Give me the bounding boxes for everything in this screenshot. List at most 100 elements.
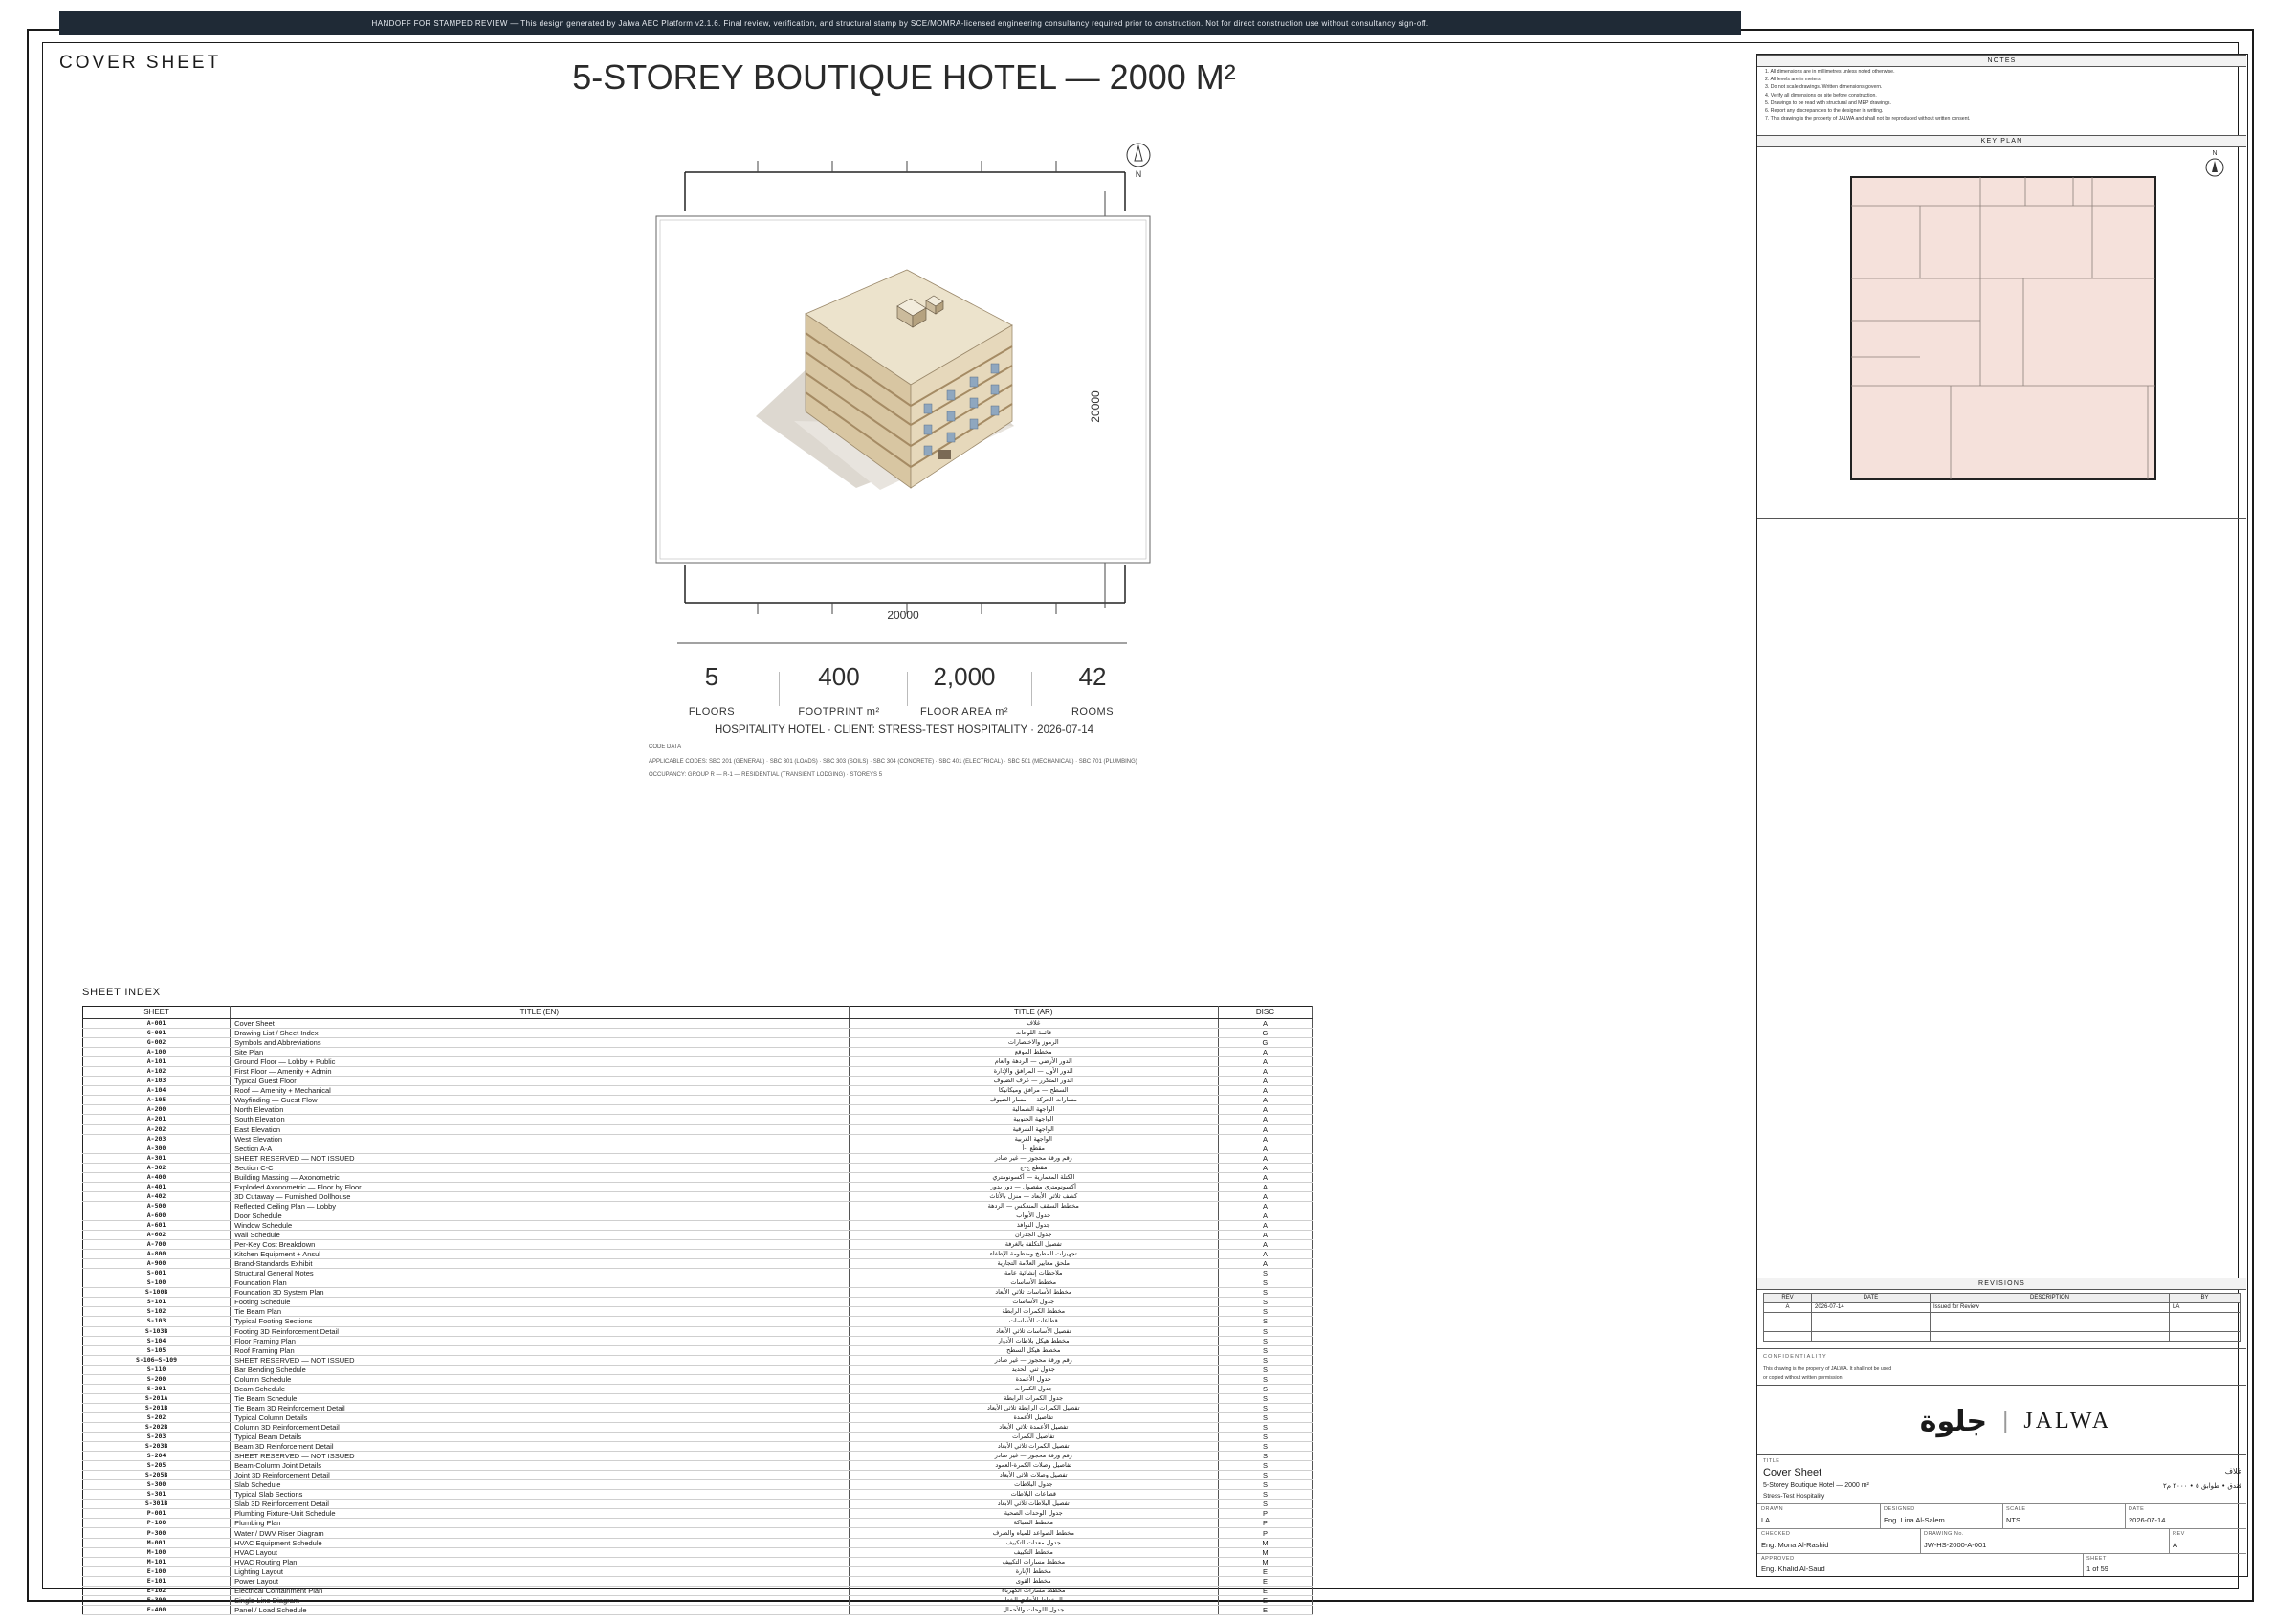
sheet-index-row: A-602 Wall Schedule جدول الجدران A [82, 1230, 1314, 1241]
title-ar-cell: تفاصيل وصلات الكمرة-العمود [849, 1460, 1219, 1472]
sheet-index-row: A-101 Ground Floor — Lobby + Public الدور … [82, 1056, 1314, 1068]
sheet-number-cell: A-900 [82, 1258, 232, 1270]
sheet-index-row: P-100 Plumbing Plan مخطط السباكة P [82, 1518, 1314, 1529]
discipline-cell: A [1218, 1085, 1314, 1097]
title-ar-cell: رقم ورقة محجوز — غير صادر [849, 1451, 1219, 1462]
sheet-number-cell: E-400 [82, 1605, 232, 1615]
discipline-cell: A [1218, 1220, 1314, 1232]
sheet-number-cell: M-101 [82, 1557, 232, 1567]
title-en-cell: Lighting Layout [230, 1566, 850, 1577]
sheet-index-row: A-601 Window Schedule جدول النوافذ A [82, 1220, 1314, 1232]
title-ar-cell: ملاحظات إنشائية عامة [849, 1268, 1219, 1279]
discipline-cell: S [1218, 1336, 1314, 1346]
rev-cell: A [1763, 1302, 1812, 1313]
sheet-number-cell: S-100 [82, 1278, 232, 1289]
sheet-number-cell: A-800 [82, 1249, 232, 1260]
sheet-number-cell: S-103B [82, 1326, 232, 1337]
discipline-cell: S [1218, 1499, 1314, 1510]
sheet-index-row: P-300 Water / DWV Riser Diagram مخطط الصوا… [82, 1527, 1314, 1539]
title-panel: NOTES 1. All dimensions are in millimetr… [1756, 54, 2248, 1577]
logo-arabic: جلوة [1919, 1404, 1988, 1438]
sheet-number-cell: S-102 [82, 1306, 232, 1318]
discipline-cell: S [1218, 1384, 1314, 1394]
sheet-number-cell: P-100 [82, 1518, 232, 1529]
discipline-cell: S [1218, 1489, 1314, 1500]
title-en-cell: Tie Beam Plan [230, 1306, 850, 1318]
title-ar-cell: الرموز والاختصارات [849, 1037, 1219, 1049]
title-en-cell: Plumbing Fixture-Unit Schedule [230, 1508, 850, 1520]
drawing-no-value: JW-HS-2000-A-001 [1924, 1541, 1987, 1549]
discipline-cell: A [1218, 1134, 1314, 1144]
sheet-number-cell: S-301 [82, 1489, 232, 1500]
sheet-number-cell: S-204 [82, 1451, 232, 1462]
discipline-cell: S [1218, 1345, 1314, 1356]
title-ar-cell: جدول البلاطات [849, 1479, 1219, 1491]
rev-col-by: BY [2169, 1293, 2241, 1303]
sheet-index-row: S-104 Floor Framing Plan مخطط هيكل بلاطات … [82, 1336, 1314, 1346]
discipline-cell: P [1218, 1508, 1314, 1520]
sheet-index-row: A-102 First Floor — Amenity + Admin الدور … [82, 1066, 1314, 1078]
designed-value: Eng. Lina Al-Salem [1884, 1516, 1945, 1524]
title-ar-cell: تجهيزات المطبخ ومنظومة الإطفاء [849, 1249, 1219, 1260]
title-en-cell: Cover Sheet [230, 1018, 850, 1030]
approved-value: Eng. Khalid Al-Saud [1761, 1565, 1825, 1573]
code-data-heading: CODE DATA [649, 744, 682, 750]
title-ar-cell: قطاعات الأساسات [849, 1316, 1219, 1327]
title-ar-cell: جدول ثني الحديد [849, 1365, 1219, 1375]
stat-rooms-label: ROOMS [1071, 706, 1115, 718]
title-ar-cell: تفصيل التكلفة بالغرفة [849, 1239, 1219, 1251]
title-en-cell: SHEET RESERVED — NOT ISSUED [230, 1355, 850, 1366]
title-ar-cell: المخطط الأحادي الخط [849, 1595, 1219, 1606]
title-en-cell: Per-Key Cost Breakdown [230, 1239, 850, 1251]
title-ar-cell: الواجهة الشرقية [849, 1124, 1219, 1135]
title-en-cell: Panel / Load Schedule [230, 1605, 850, 1615]
title-ar-cell: قطاعات البلاطات [849, 1489, 1219, 1500]
title-ar-cell: كشف ثلاثي الأبعاد — منزل بالأثاث [849, 1191, 1219, 1202]
sheet-number-cell: A-401 [82, 1182, 232, 1192]
date-label: DATE [2129, 1506, 2145, 1512]
title-ar-cell: جدول الكمرات الرابطة [849, 1393, 1219, 1404]
confidentiality-line-2: or copied without written permission. [1763, 1375, 1843, 1381]
handoff-banner: HANDOFF FOR STAMPED REVIEW — This design… [59, 11, 1741, 35]
title-ar-cell: مقطع أ-أ [849, 1144, 1219, 1154]
notes-heading: NOTES [1757, 55, 2246, 67]
title-en-cell: Floor Framing Plan [230, 1336, 850, 1346]
title-en-cell: Typical Slab Sections [230, 1489, 850, 1500]
sheet-number-cell: S-200 [82, 1374, 232, 1385]
sheet-number-cell: A-203 [82, 1134, 232, 1144]
discipline-cell: A [1218, 1153, 1314, 1164]
discipline-cell: A [1218, 1066, 1314, 1078]
discipline-cell: A [1218, 1163, 1314, 1173]
sheet-index-row: G-002 Symbols and Abbreviations الرموز وال… [82, 1037, 1314, 1049]
discipline-cell: S [1218, 1306, 1314, 1318]
project-title: 5-STOREY BOUTIQUE HOTEL — 2000 M² [572, 57, 1236, 97]
sheet-index-row: A-401 Exploded Axonometric — Floor by Flo… [82, 1182, 1314, 1192]
title-ar-cell: ملحق معايير العلامة التجارية [849, 1258, 1219, 1270]
rev-cell: 2026-07-14 [1811, 1302, 1931, 1313]
title-ar-cell: جدول النوافذ [849, 1220, 1219, 1232]
title-ar-cell: الواجهة الجنوبية [849, 1114, 1219, 1125]
discipline-cell: A [1218, 1172, 1314, 1183]
title-en-cell: SHEET RESERVED — NOT ISSUED [230, 1451, 850, 1462]
sheet-number-cell: E-100 [82, 1566, 232, 1577]
title-en-cell: HVAC Equipment Schedule [230, 1538, 850, 1548]
note-item: 2. All levels are in meters. [1765, 77, 1822, 83]
sheet-index-row: E-101 Power Layout مخطط القوى E [82, 1576, 1314, 1587]
sheet-index-row: S-202 Typical Column Details تفاصيل الأعمد… [82, 1412, 1314, 1423]
title-en-cell: Beam 3D Reinforcement Detail [230, 1441, 850, 1453]
sheet-index-row: S-103 Typical Footing Sections قطاعات الأس… [82, 1316, 1314, 1327]
scale-value: NTS [2006, 1516, 2020, 1524]
discipline-cell: A [1218, 1230, 1314, 1241]
sheet-index-row: S-100B Foundation 3D System Plan مخطط الأس… [82, 1287, 1314, 1299]
discipline-cell: A [1218, 1104, 1314, 1116]
title-en-cell: HVAC Layout [230, 1547, 850, 1558]
sheet-index-row: A-105 Wayfinding — Guest Flow مسارات الحرك… [82, 1095, 1314, 1106]
rev-cell: Issued for Review [1930, 1302, 2170, 1313]
sheet-number-cell: A-102 [82, 1066, 232, 1078]
sheet-index-row: M-100 HVAC Layout مخطط التكييف M [82, 1547, 1314, 1558]
sheet-number-cell: S-205B [82, 1470, 232, 1481]
discipline-cell: S [1218, 1365, 1314, 1375]
axonometric-drawing: N 20000 20000 [655, 143, 1151, 644]
title-en-cell: Column Schedule [230, 1374, 850, 1385]
sheet-number-value: 1 of 59 [2086, 1565, 2108, 1573]
